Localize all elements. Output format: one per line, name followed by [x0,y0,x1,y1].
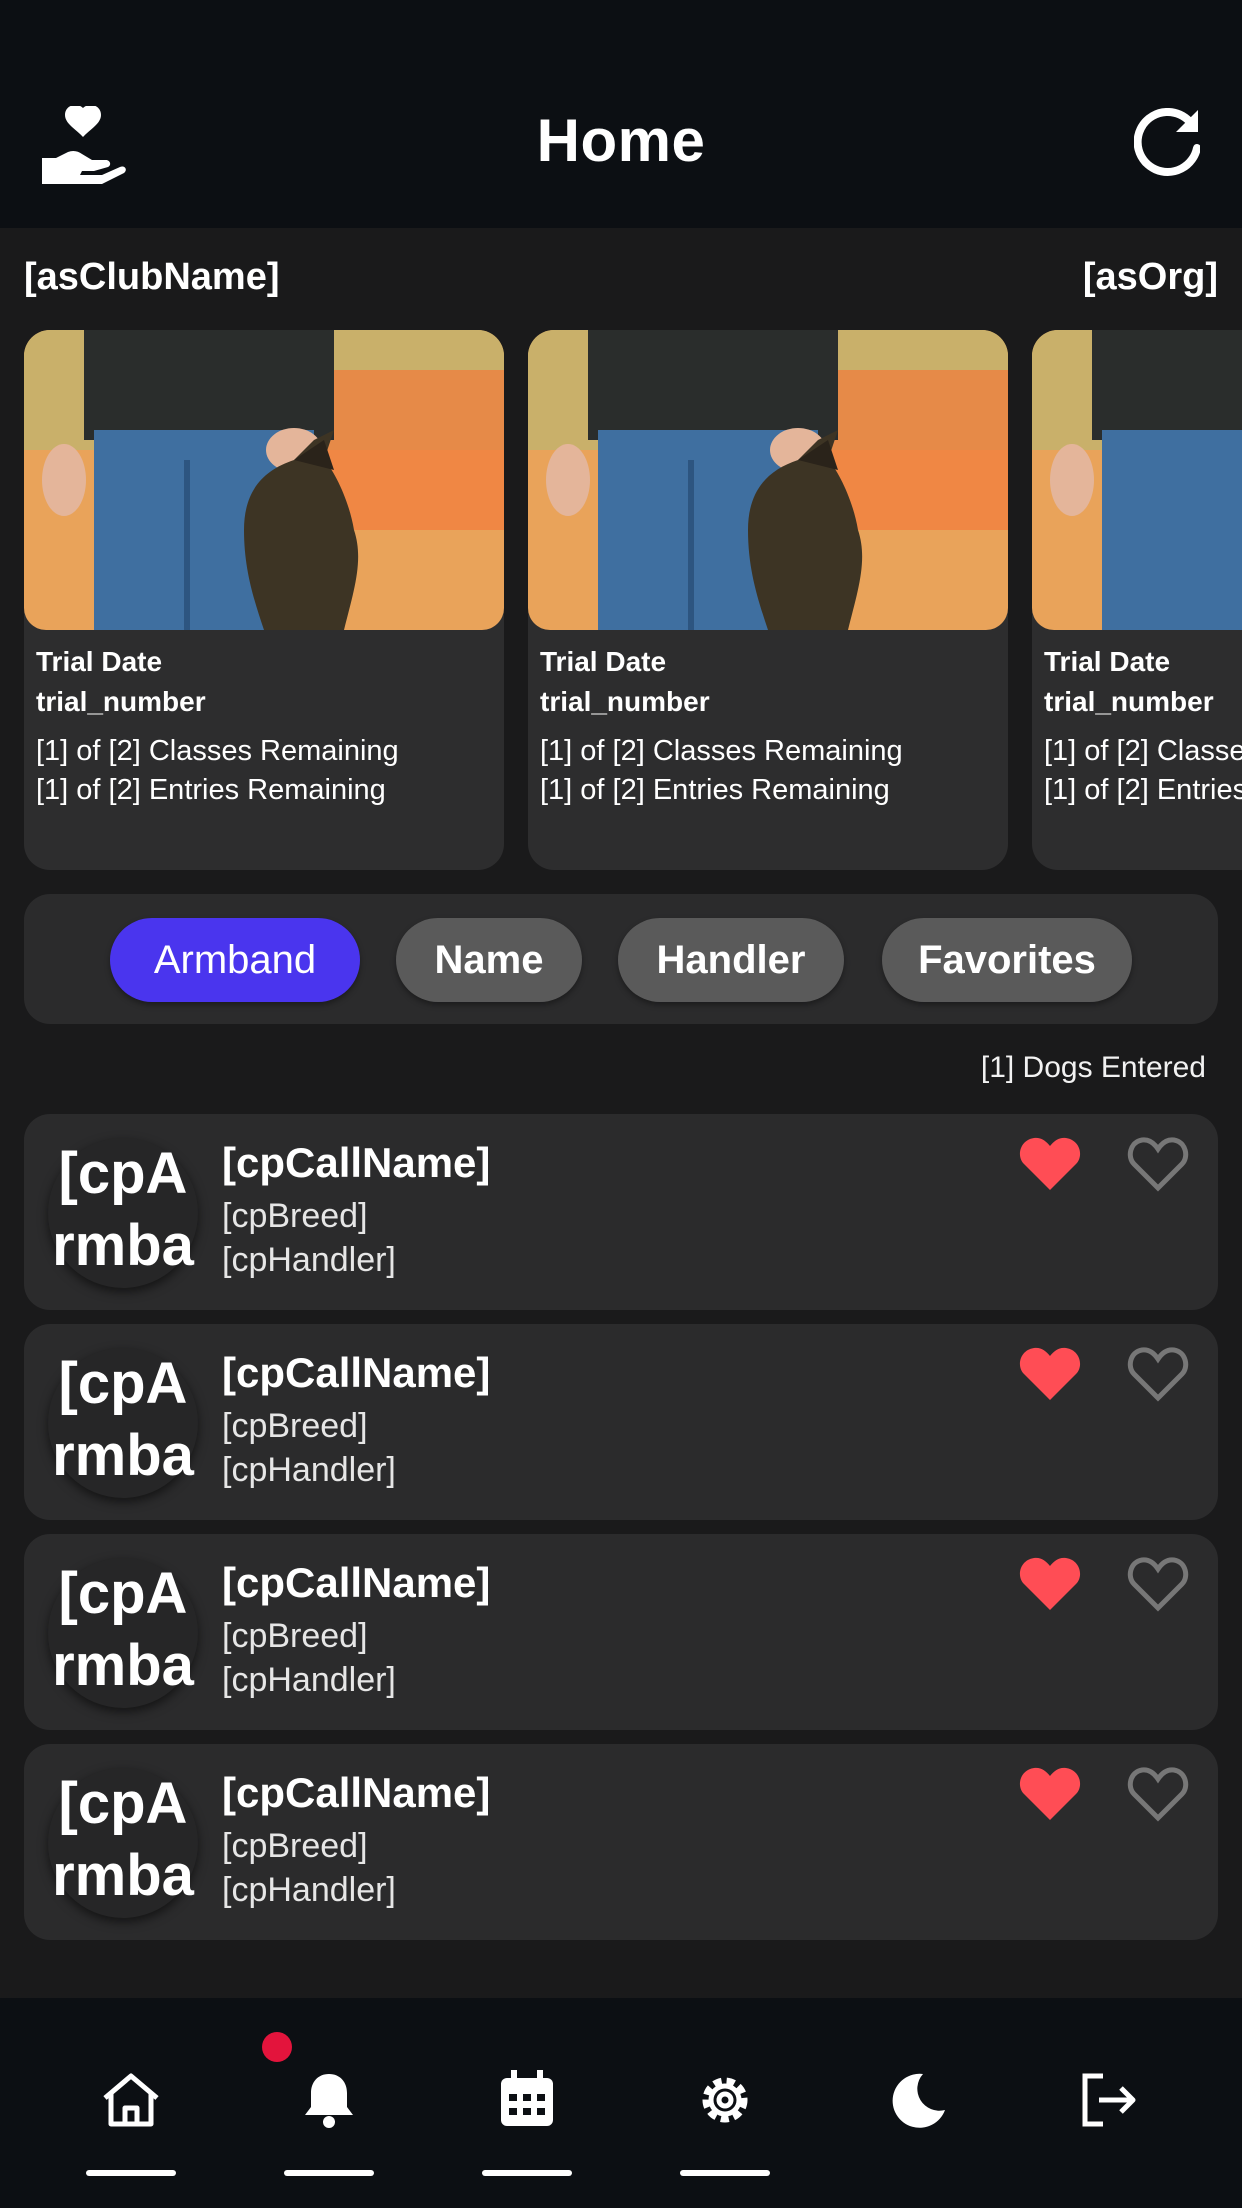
dog-handler: [cpHandler] [222,1241,396,1279]
entries-remaining: [1] of [2] Entries Remaining [540,774,890,806]
armband-number: [cpArmba [52,1141,194,1278]
favorite-heart-icon[interactable] [1018,1764,1082,1824]
entries-remaining: [1] of [2] Entries Remaining [1044,774,1242,806]
armband-number: [cpArmba [52,1561,194,1698]
moon-icon [892,2073,945,2128]
dog-card[interactable]: [cpArmba [cpCallName] [cpBreed] [cpHandl… [24,1744,1218,1940]
chip-name[interactable]: Name [396,918,582,1002]
nav-calendar[interactable] [482,2058,572,2178]
club-name: [asClubName] [24,256,280,298]
nav-settings[interactable] [680,2058,770,2178]
classes-remaining: [1] of [2] Classes Remaining [540,735,903,767]
trial-date-label: Trial Date [540,646,667,677]
dog-call-name: [cpCallName] [222,1559,491,1606]
trial-number-label: trial_number [1044,686,1214,717]
bell-icon [305,2074,353,2128]
heart-outline-icon[interactable] [1126,1554,1190,1614]
dog-handler: [cpHandler] [222,1871,396,1909]
favorite-heart-icon[interactable] [1018,1344,1082,1404]
trial-carousel[interactable]: Trial Date trial_number [1] of [2] Class… [0,330,1242,870]
dog-call-name: [cpCallName] [222,1349,491,1396]
dog-breed: [cpBreed] [222,1827,368,1865]
dog-handler: [cpHandler] [222,1661,396,1699]
trial-number-label: trial_number [540,686,710,717]
trial-photo [24,330,504,630]
dog-handler: [cpHandler] [222,1451,396,1489]
club-header: [asClubName] [asOrg] [24,256,1218,306]
nav-home[interactable] [86,2058,176,2178]
bottom-navigation [0,1998,1242,2208]
sort-filter-bar: Armband Name Handler Favorites [24,894,1218,1024]
chip-favorites[interactable]: Favorites [882,918,1132,1002]
trial-photo [528,330,1008,630]
nav-underline [86,2170,176,2176]
home-icon [103,2073,159,2127]
dog-call-name: [cpCallName] [222,1139,491,1186]
dogs-entered-count: [1] Dogs Entered [980,1051,1206,1084]
chip-armband[interactable]: Armband [110,918,360,1002]
page-title: Home [536,107,706,174]
nav-notifications[interactable] [284,2058,374,2178]
gear-icon [702,2077,748,2123]
dog-card[interactable]: [cpArmba [cpCallName] [cpBreed] [cpHandl… [24,1324,1218,1520]
trial-card[interactable]: Trial Date trial_number [1] of [2] Class… [1032,330,1242,870]
refresh-icon[interactable] [1134,108,1200,178]
nav-underline [680,2170,770,2176]
dog-card[interactable]: [cpArmba [cpCallName] [cpBreed] [cpHandl… [24,1534,1218,1730]
armband-number: [cpArmba [52,1351,194,1488]
chip-handler[interactable]: Handler [618,918,844,1002]
heart-outline-icon[interactable] [1126,1134,1190,1194]
dog-call-name: [cpCallName] [222,1769,491,1816]
top-app-bar: Home [0,0,1242,228]
dog-card[interactable]: [cpArmba [cpCallName] [cpBreed] [cpHandl… [24,1114,1218,1310]
entries-remaining: [1] of [2] Entries Remaining [36,774,386,806]
nav-dark-mode[interactable] [872,2058,962,2178]
nav-underline [482,2170,572,2176]
trial-card[interactable]: Trial Date trial_number [1] of [2] Class… [24,330,504,870]
heart-outline-icon[interactable] [1126,1344,1190,1404]
nav-logout[interactable] [1064,2058,1154,2178]
classes-remaining: [1] of [2] Classes Remaining [1044,735,1242,767]
dog-breed: [cpBreed] [222,1197,368,1235]
calendar-icon [501,2070,553,2126]
logout-icon [1082,2073,1136,2127]
trial-photo [1032,330,1242,630]
dog-breed: [cpBreed] [222,1617,368,1655]
nav-underline [284,2170,374,2176]
trial-number-label: trial_number [36,686,206,717]
notification-dot [262,2032,292,2062]
armband-number: [cpArmba [52,1771,194,1908]
favorite-heart-icon[interactable] [1018,1554,1082,1614]
trial-date-label: Trial Date [36,646,163,677]
favorite-heart-icon[interactable] [1018,1134,1082,1194]
trial-card[interactable]: Trial Date trial_number [1] of [2] Class… [528,330,1008,870]
classes-remaining: [1] of [2] Classes Remaining [36,735,399,767]
heart-outline-icon[interactable] [1126,1764,1190,1824]
trial-date-label: Trial Date [1044,646,1171,677]
org-name: [asOrg] [1082,256,1218,298]
dog-breed: [cpBreed] [222,1407,368,1445]
